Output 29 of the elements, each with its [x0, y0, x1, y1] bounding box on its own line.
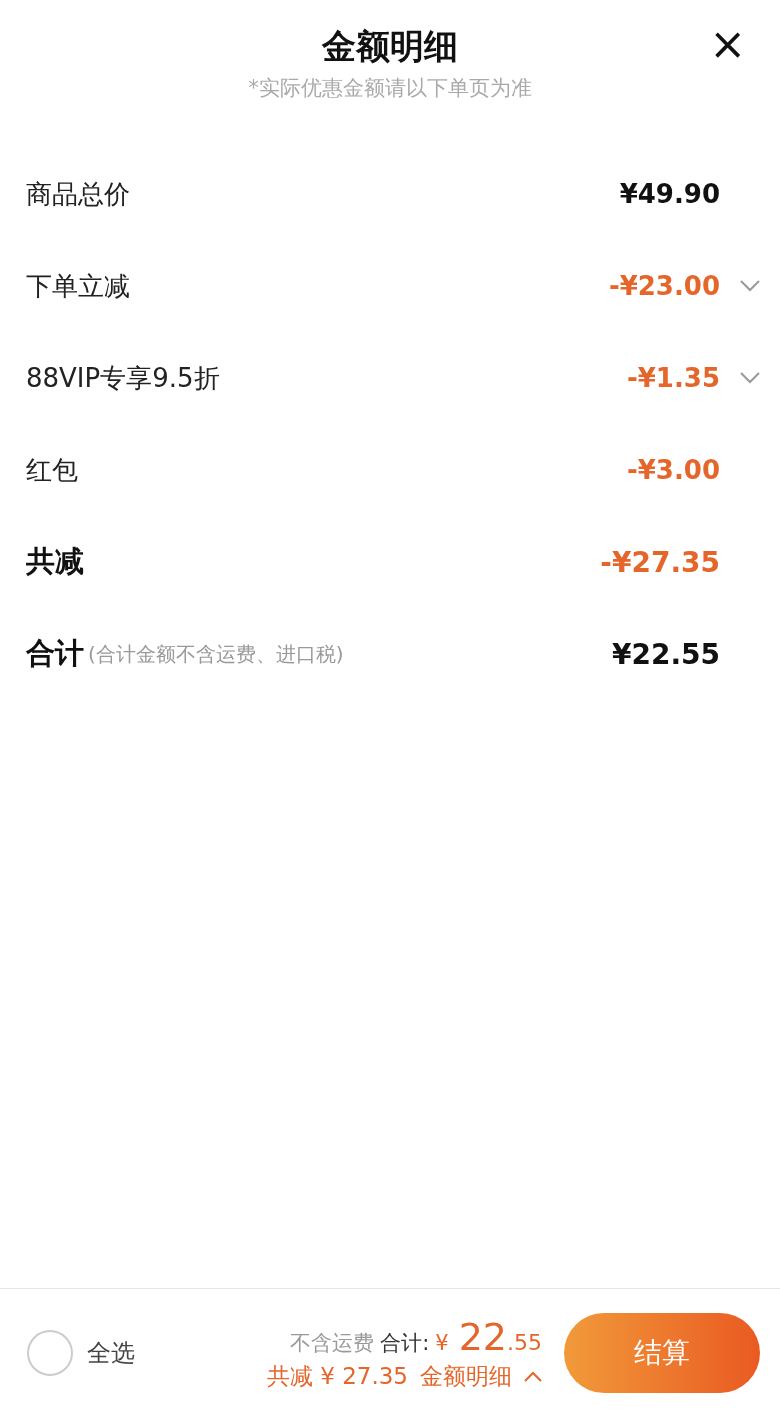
sheet-subtitle: *实际优惠金额请以下单页为准	[248, 75, 532, 102]
row-label: 下单立减	[26, 269, 130, 303]
row-amount: ¥22.55	[611, 637, 720, 671]
row-label: 合计	[26, 635, 84, 672]
select-all-label: 全选	[87, 1338, 135, 1369]
details-link[interactable]: 金额明细	[420, 1360, 512, 1392]
row-amount: -¥23.00	[608, 271, 720, 301]
select-all-checkbox[interactable]	[27, 1330, 73, 1376]
row-amount: -¥1.35	[626, 363, 720, 393]
row-label: 88VIP专享9.5折	[26, 361, 220, 395]
sheet-title: 金额明细	[322, 25, 458, 68]
row-label: 商品总价	[26, 177, 130, 211]
total-decimal: .55	[507, 1329, 542, 1355]
chevron-down-icon[interactable]	[740, 372, 760, 384]
close-button[interactable]: ×	[709, 22, 746, 66]
row-note: (合计金额不含运费、进口税)	[88, 640, 344, 668]
row-label: 共减	[26, 543, 84, 580]
currency-symbol: ¥	[435, 1330, 449, 1355]
total-integer: 22	[458, 1314, 507, 1359]
row-amount: ¥49.90	[619, 179, 720, 209]
shipping-note: 不含运费	[290, 1329, 375, 1357]
row-label: 红包	[26, 453, 78, 487]
checkout-button[interactable]: 结算	[564, 1313, 760, 1393]
row-amount: -¥3.00	[626, 455, 720, 485]
chevron-down-icon[interactable]	[740, 280, 760, 292]
chevron-up-icon[interactable]	[524, 1370, 542, 1382]
total-label: 合计:	[380, 1329, 430, 1357]
reduction-text: 共减 ¥ 27.35	[266, 1361, 408, 1391]
row-amount: -¥27.35	[600, 545, 720, 579]
